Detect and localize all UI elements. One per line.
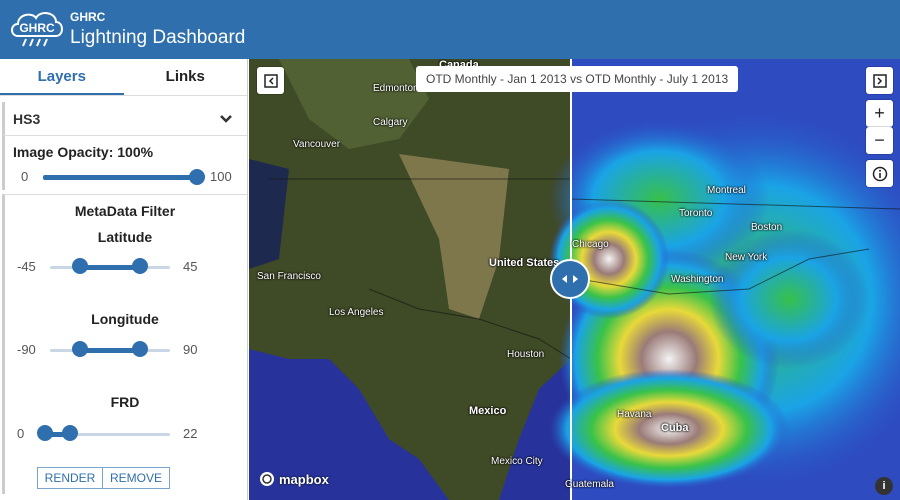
swipe-arrows-icon	[562, 275, 578, 283]
latitude-range-fill	[80, 265, 140, 270]
logo-text: GHRC	[19, 21, 55, 35]
app-header: GHRC GHRC Lightning Dashboard	[0, 0, 900, 59]
frd-label: FRD	[110, 394, 140, 410]
chevron-down-icon	[220, 114, 232, 123]
map-label-new-york: New York	[725, 252, 768, 263]
mapbox-text: mapbox	[279, 471, 329, 487]
latitude-high-thumb[interactable]	[132, 258, 148, 274]
app-title: Lightning Dashboard	[70, 27, 246, 48]
tab-links[interactable]: Links	[124, 59, 248, 95]
map-label-boston: Boston	[751, 222, 783, 233]
opacity-slider-row: 0 100	[13, 160, 247, 190]
dataset-selected-value: HS3	[13, 110, 41, 127]
info-icon	[872, 166, 887, 181]
org-name: GHRC	[70, 10, 106, 24]
mapbox-attribution[interactable]: mapbox	[259, 471, 329, 487]
ghrc-logo-icon: GHRC	[11, 12, 63, 47]
metadata-filter: MetaData Filter Latitude -45 45 Longitud…	[2, 194, 247, 494]
opacity-min: 0	[21, 169, 29, 184]
longitude-range-fill	[80, 348, 140, 353]
frd-max: 22	[183, 426, 198, 441]
map-label-chicago: Chicago	[572, 239, 609, 250]
render-button[interactable]: RENDER	[37, 467, 103, 489]
collapse-sidebar-button[interactable]	[257, 67, 284, 94]
map-label-guatemala: Guatemala	[565, 479, 614, 490]
filter-title: MetaData Filter	[74, 203, 176, 219]
attribution-info-icon[interactable]: i	[875, 477, 893, 495]
map-label-washington: Washington	[671, 274, 724, 285]
map-label-cuba: Cuba	[661, 422, 689, 434]
frd-high-thumb[interactable]	[62, 425, 78, 441]
opacity-max: 100	[210, 169, 232, 184]
frd-min: 0	[17, 426, 25, 441]
map-label-toronto: Toronto	[679, 208, 713, 219]
map-label-montreal: Montreal	[707, 185, 746, 196]
longitude-max: 90	[183, 342, 198, 357]
longitude-min: -90	[17, 342, 36, 357]
opacity-panel: Image Opacity: 100% 0 100	[2, 136, 247, 190]
mapbox-logo-icon	[260, 472, 274, 486]
opacity-fill	[43, 175, 197, 180]
map-label-houston: Houston	[507, 349, 545, 360]
frd-low-thumb[interactable]	[37, 425, 53, 441]
map-label-calgary: Calgary	[373, 117, 408, 128]
tab-layers[interactable]: Layers	[0, 59, 124, 95]
latitude-min: -45	[17, 259, 36, 274]
map-label-san-francisco: San Francisco	[257, 271, 321, 282]
zoom-out-button[interactable]: −	[866, 127, 893, 154]
latitude-max: 45	[183, 259, 198, 274]
map-label-los-angeles: Los Angeles	[329, 307, 384, 318]
map-view[interactable]: Canada Edmonton Calgary Vancouver San Franci…	[249, 59, 900, 500]
compare-title: OTD Monthly - Jan 1 2013 vs OTD Monthly …	[416, 66, 739, 92]
map-label-mexico-city: Mexico City	[491, 456, 543, 467]
latitude-low-thumb[interactable]	[72, 258, 88, 274]
info-button[interactable]	[866, 160, 893, 187]
longitude-low-thumb[interactable]	[72, 341, 88, 357]
longitude-high-thumb[interactable]	[132, 341, 148, 357]
map-label-vancouver: Vancouver	[293, 139, 341, 150]
expand-panel-button[interactable]	[866, 67, 893, 94]
sidebar: Layers Links HS3 Image Opacity: 100% 0 1…	[0, 59, 248, 500]
latitude-label: Latitude	[97, 229, 153, 245]
map-label-havana: Havana	[617, 409, 652, 420]
map-label-edmonton: Edmonton	[373, 83, 419, 94]
map-label-mexico: Mexico	[469, 405, 507, 417]
panel-collapse-icon	[263, 73, 278, 88]
sidebar-tabs: Layers Links	[0, 59, 247, 96]
longitude-label: Longitude	[91, 311, 159, 327]
panel-expand-icon	[872, 73, 887, 88]
dataset-select[interactable]: HS3	[2, 102, 247, 136]
opacity-label: Image Opacity: 100%	[13, 144, 154, 160]
remove-button[interactable]: REMOVE	[102, 467, 170, 489]
compare-swipe-handle[interactable]	[550, 259, 590, 299]
zoom-in-button[interactable]: +	[866, 100, 893, 127]
opacity-thumb[interactable]	[189, 169, 205, 185]
map-label-united-states: United States	[489, 257, 560, 269]
